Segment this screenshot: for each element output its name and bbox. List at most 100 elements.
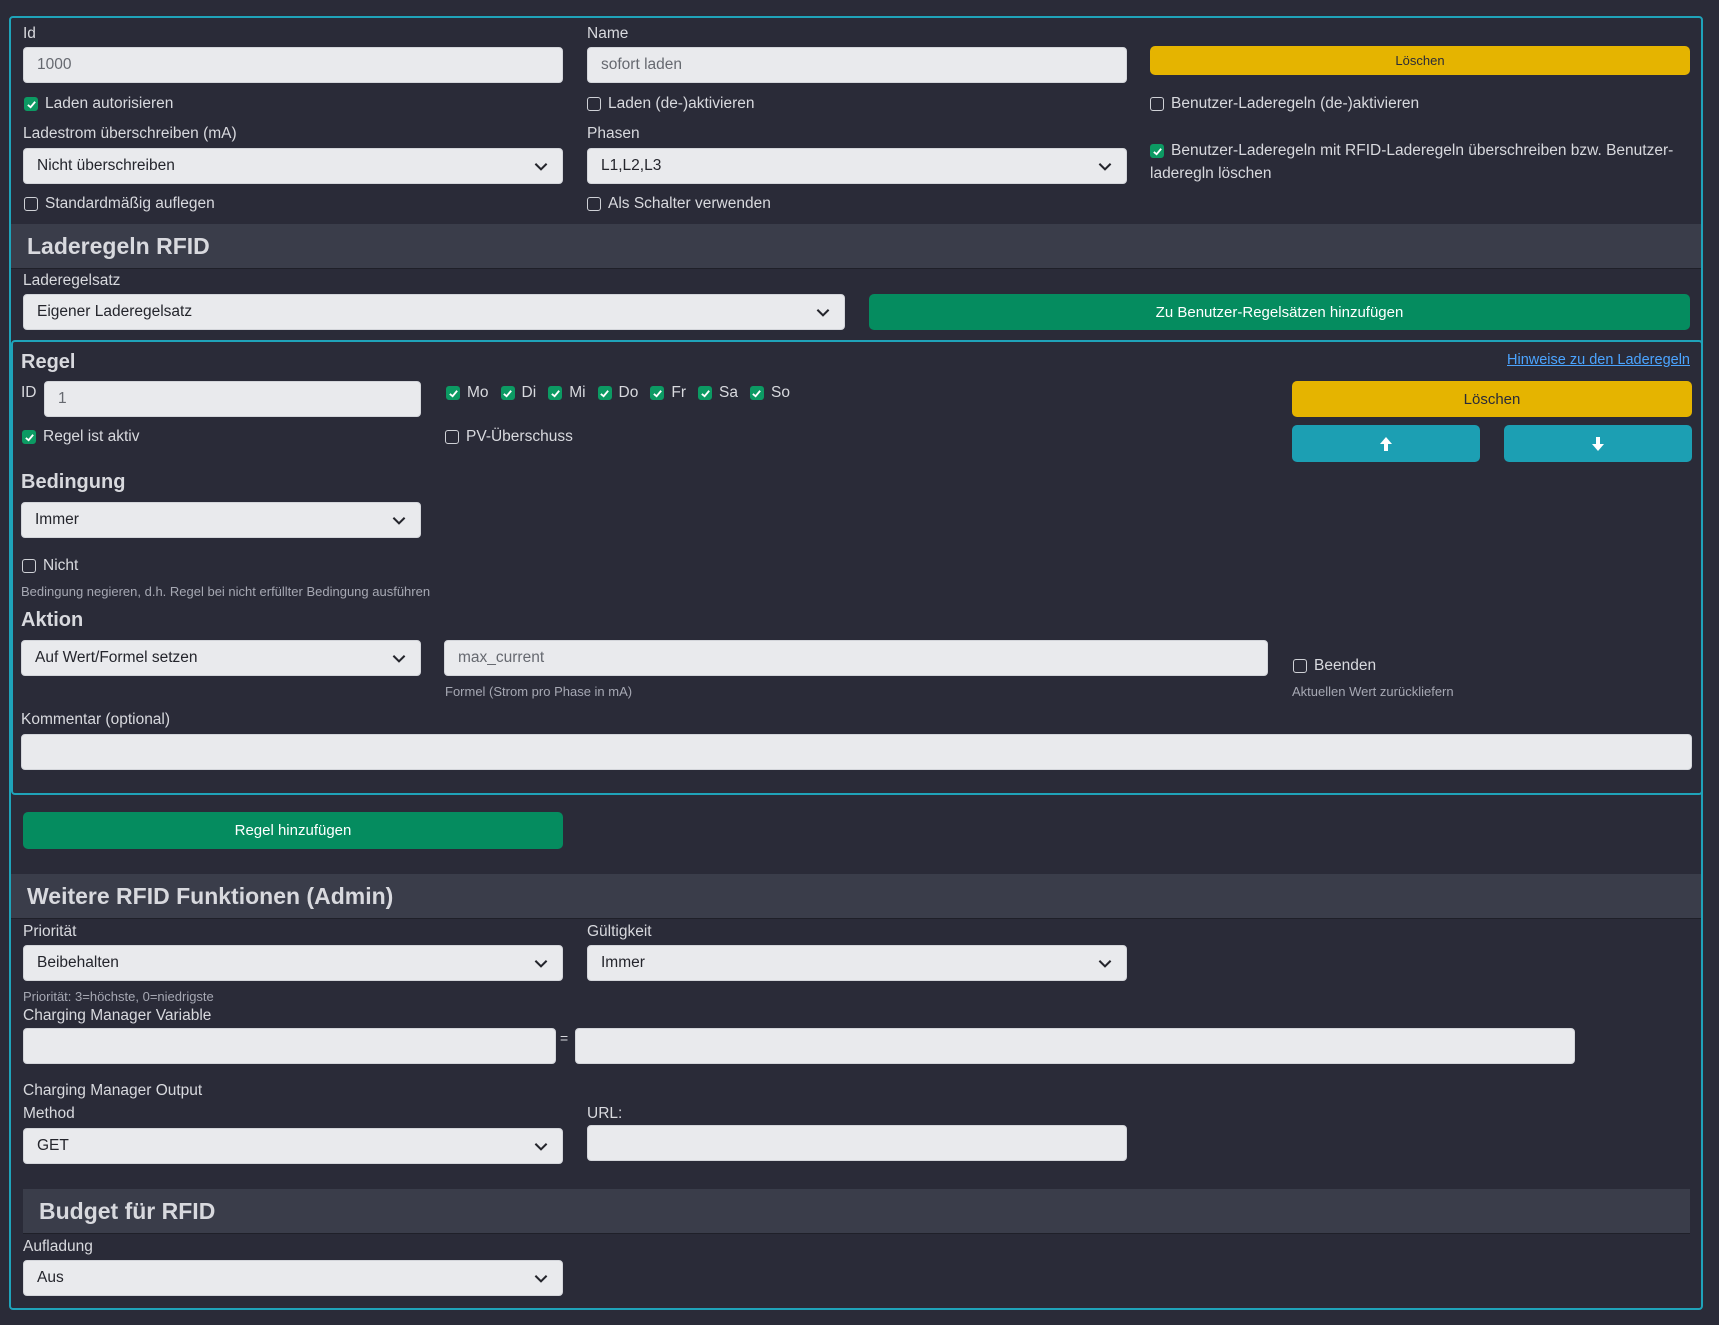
weekday-checkboxes: Mo Di Mi Do Fr Sa So	[446, 384, 790, 402]
equals-sign: =	[560, 1030, 569, 1046]
formula-hint: Formel (Strom pro Phase in mA)	[445, 684, 633, 699]
phases-select[interactable]: L1,L2,L3	[587, 148, 1127, 184]
move-rule-down-button[interactable]	[1504, 425, 1692, 462]
current-override-value: Nicht überschreiben	[37, 157, 175, 174]
charge-select[interactable]: Aus	[23, 1260, 563, 1296]
checkbox-checked-icon	[548, 386, 563, 400]
arrow-up-icon	[1380, 436, 1392, 451]
checkbox-checked-icon	[698, 386, 713, 400]
formula-input[interactable]: max_current	[444, 640, 1268, 676]
charge-label: Aufladung	[23, 1238, 93, 1255]
id-label: Id	[23, 25, 36, 42]
add-to-user-rulesets-button[interactable]: Zu Benutzer-Regelsätzen hinzufügen	[869, 294, 1690, 330]
name-field[interactable]: sofort laden	[587, 47, 1127, 83]
cm-variable-name-input[interactable]	[23, 1028, 556, 1064]
weekday-checkbox[interactable]: Do	[597, 384, 638, 402]
negate-condition-checkbox[interactable]: Nicht	[22, 557, 78, 575]
method-value: GET	[37, 1137, 69, 1154]
checkbox-checked-icon	[446, 386, 460, 400]
validity-value: Immer	[601, 954, 645, 971]
finish-checkbox[interactable]: Beenden	[1293, 657, 1376, 675]
finish-label: Beenden	[1314, 657, 1377, 674]
admin-section-title: Weitere RFID Funktionen (Admin)	[11, 874, 1701, 919]
checkbox-empty-icon	[24, 197, 38, 211]
weekday-checkbox[interactable]: Mo	[446, 384, 489, 402]
checkbox-checked-icon	[650, 386, 665, 400]
checkbox-empty-icon	[587, 97, 601, 111]
current-override-label: Ladestrom überschreiben (mA)	[23, 125, 237, 142]
weekday-label: Mo	[467, 384, 489, 401]
phases-label: Phasen	[587, 125, 640, 142]
arrow-down-icon	[1592, 436, 1604, 451]
checkbox-checked-icon	[24, 97, 38, 111]
comment-label: Kommentar (optional)	[21, 711, 171, 728]
action-select[interactable]: Auf Wert/Formel setzen	[21, 640, 421, 676]
priority-label: Priorität	[23, 923, 77, 940]
chevron-down-icon	[534, 1275, 548, 1283]
delete-rule-button[interactable]: Löschen	[1292, 381, 1692, 417]
name-label: Name	[587, 25, 629, 42]
delete-rfid-button[interactable]: Löschen	[1150, 46, 1690, 75]
url-input[interactable]	[587, 1125, 1127, 1161]
move-rule-up-button[interactable]	[1292, 425, 1480, 462]
chevron-down-icon	[1098, 163, 1112, 171]
checkbox-empty-icon	[1150, 97, 1164, 111]
weekday-checkbox[interactable]: Di	[500, 384, 537, 402]
use-as-switch-label: Als Schalter verwenden	[608, 195, 771, 212]
checkbox-empty-icon	[445, 430, 459, 444]
pv-surplus-checkbox[interactable]: PV-Überschuss	[445, 428, 573, 446]
default-hangup-label: Standardmäßig auflegen	[45, 195, 215, 212]
pv-surplus-label: PV-Überschuss	[466, 428, 573, 445]
user-rules-toggle-label: Benutzer-Laderegeln (de-)aktivieren	[1171, 95, 1420, 112]
condition-select[interactable]: Immer	[21, 502, 421, 538]
url-label: URL:	[587, 1105, 623, 1122]
weekday-label: Sa	[719, 384, 738, 401]
weekday-label: Mi	[569, 384, 586, 401]
action-title: Aktion	[21, 609, 84, 631]
toggle-charge-checkbox[interactable]: Laden (de-)aktivieren	[587, 95, 754, 113]
ruleset-label: Laderegelsatz	[23, 272, 121, 289]
id-field[interactable]: 1000	[23, 47, 563, 83]
override-user-rules-label-line1: Benutzer-Laderegeln mit RFID-Laderegeln …	[1171, 142, 1674, 159]
chevron-down-icon	[816, 309, 830, 317]
chevron-down-icon	[392, 517, 406, 525]
override-user-rules-checkbox[interactable]: Benutzer-Laderegeln mit RFID-Laderegeln …	[1150, 142, 1673, 160]
rule-active-checkbox[interactable]: Regel ist aktiv	[22, 428, 139, 446]
default-hangup-checkbox[interactable]: Standardmäßig auflegen	[24, 195, 215, 213]
checkbox-empty-icon	[587, 197, 601, 211]
user-rules-toggle-checkbox[interactable]: Benutzer-Laderegeln (de-)aktivieren	[1150, 95, 1419, 113]
weekday-checkbox[interactable]: So	[749, 384, 790, 402]
validity-label: Gültigkeit	[587, 923, 652, 940]
current-override-select[interactable]: Nicht überschreiben	[23, 148, 563, 184]
condition-value: Immer	[35, 511, 79, 528]
chevron-down-icon	[392, 655, 406, 663]
weekday-checkbox[interactable]: Sa	[698, 384, 738, 402]
rule-id-field[interactable]: 1	[44, 381, 421, 417]
method-label: Method	[23, 1105, 75, 1122]
finish-hint: Aktuellen Wert zurückliefern	[1292, 684, 1454, 699]
weekday-checkbox[interactable]: Fr	[650, 384, 686, 402]
priority-value: Beibehalten	[37, 954, 119, 971]
method-select[interactable]: GET	[23, 1128, 563, 1164]
override-user-rules-label-line2: laderegln löschen	[1150, 165, 1272, 182]
add-rule-button[interactable]: Regel hinzufügen	[23, 812, 563, 849]
condition-title: Bedingung	[21, 471, 126, 493]
ruleset-value: Eigener Laderegelsatz	[37, 303, 193, 320]
comment-input[interactable]	[21, 734, 1692, 770]
authorize-checkbox[interactable]: Laden autorisieren	[24, 95, 173, 113]
priority-select[interactable]: Beibehalten	[23, 945, 563, 981]
checkbox-checked-icon	[22, 430, 36, 444]
validity-select[interactable]: Immer	[587, 945, 1127, 981]
weekday-checkbox[interactable]: Mi	[548, 384, 586, 402]
budget-section-title: Budget für RFID	[23, 1189, 1690, 1234]
rule-hints-link[interactable]: Hinweise zu den Laderegeln	[1507, 352, 1690, 368]
use-as-switch-checkbox[interactable]: Als Schalter verwenden	[587, 195, 771, 213]
cm-variable-value-input[interactable]	[575, 1028, 1575, 1064]
charge-value: Aus	[37, 1269, 64, 1286]
weekday-label: Di	[521, 384, 537, 401]
rule-active-label: Regel ist aktiv	[43, 428, 140, 445]
ruleset-select[interactable]: Eigener Laderegelsatz	[23, 294, 845, 330]
checkbox-checked-icon	[500, 386, 515, 400]
cm-output-label: Charging Manager Output	[23, 1082, 203, 1099]
chevron-down-icon	[534, 1143, 548, 1151]
